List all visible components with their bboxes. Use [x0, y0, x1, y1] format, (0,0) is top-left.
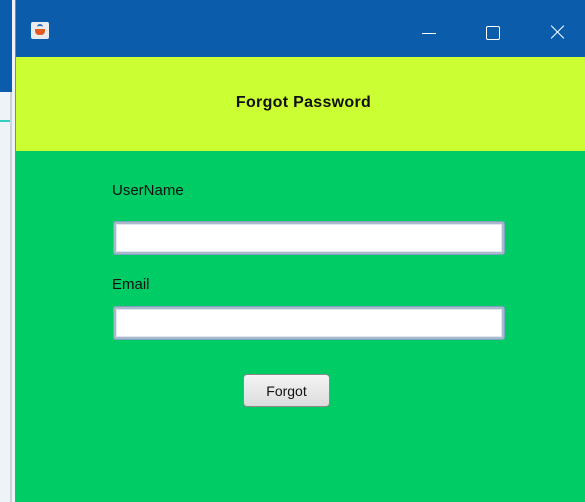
background-titlebar-edge	[0, 0, 12, 92]
background-window-edge	[0, 0, 16, 502]
maximize-button[interactable]	[473, 12, 513, 52]
title-bar[interactable]	[16, 0, 585, 57]
email-label: Email	[112, 276, 150, 293]
background-divider	[10, 92, 12, 502]
close-icon	[550, 24, 566, 40]
forgot-password-window: Forgot Password UserName Email Forgot	[16, 0, 585, 502]
username-field[interactable]	[114, 222, 504, 254]
header-panel: Forgot Password	[16, 57, 585, 151]
maximize-icon	[486, 26, 500, 40]
email-field[interactable]	[114, 307, 504, 339]
java-cup-icon[interactable]	[31, 22, 49, 39]
close-button[interactable]	[538, 12, 578, 52]
background-accent	[0, 120, 10, 132]
page-title: Forgot Password	[235, 94, 372, 111]
minimize-icon	[422, 33, 436, 34]
minimize-button[interactable]	[409, 12, 449, 52]
username-label: UserName	[112, 182, 184, 199]
forgot-button[interactable]: Forgot	[243, 374, 330, 407]
